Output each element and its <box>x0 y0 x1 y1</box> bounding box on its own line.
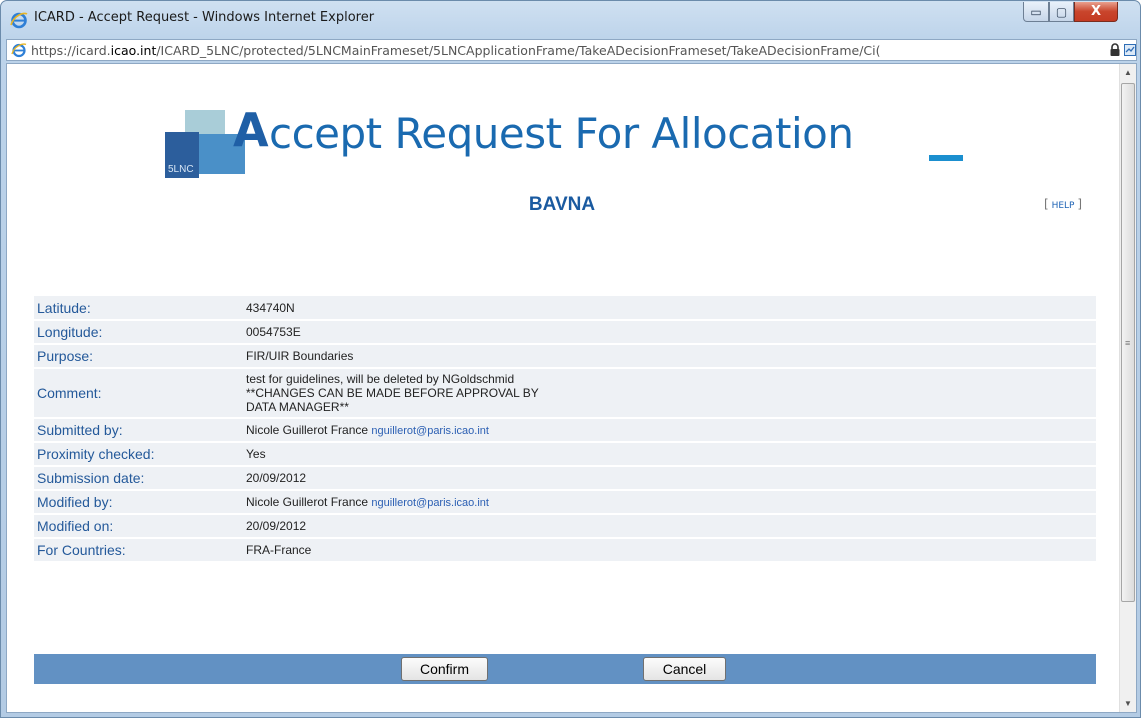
lock-icon[interactable] <box>1109 43 1121 57</box>
minimize-button[interactable]: ▭ <box>1023 2 1049 22</box>
comment-value: test for guidelines, will be deleted by … <box>246 368 1096 419</box>
submitter-email-link[interactable]: nguillerot@paris.icao.int <box>371 425 489 437</box>
request-name: BAVNA <box>528 194 596 215</box>
compatibility-view-icon[interactable] <box>1124 43 1136 57</box>
comment-label: Comment: <box>34 368 246 419</box>
submission-date-label: Submission date: <box>34 466 246 491</box>
row-purpose: Purpose: FIR/UIR Boundaries <box>34 344 1096 369</box>
help-link[interactable]: [ HELP ] <box>1044 197 1082 211</box>
modifier-email-link[interactable]: nguillerot@paris.icao.int <box>371 497 489 509</box>
modified-by-label: Modified by: <box>34 490 246 515</box>
row-for-countries: For Countries: FRA-France <box>34 538 1096 563</box>
modified-by-value: Nicole Guillerot France nguillerot@paris… <box>246 490 1096 515</box>
row-comment: Comment: test for guidelines, will be de… <box>34 368 1096 419</box>
request-details-table: Latitude: 434740N Longitude: 0054753E Pu… <box>34 296 1096 563</box>
comment-line: test for guidelines, will be deleted by … <box>246 372 515 386</box>
row-modified-by: Modified by: Nicole Guillerot France ngu… <box>34 490 1096 515</box>
title-initial: A <box>233 103 269 157</box>
submitter-name: Nicole Guillerot France <box>246 423 369 437</box>
purpose-value: FIR/UIR Boundaries <box>246 344 1096 369</box>
help-bracket-close: ] <box>1077 197 1083 211</box>
close-button[interactable]: X <box>1074 2 1118 22</box>
window-title: ICARD - Accept Request - Windows Interne… <box>34 10 375 25</box>
countries-value: FRA-France <box>246 538 1096 563</box>
proximity-label: Proximity checked: <box>34 442 246 467</box>
submission-date-value: 20/09/2012 <box>246 466 1096 491</box>
vertical-scrollbar[interactable]: ▲ ≡ ▼ <box>1119 64 1136 712</box>
url-domain: icao.int <box>110 43 157 58</box>
page-viewport: 5LNC A ccept Request For Allocation BAVN… <box>6 63 1137 713</box>
logo-text: 5LNC <box>168 164 194 175</box>
minimize-icon: ▭ <box>1030 4 1042 19</box>
comment-line: **CHANGES CAN BE MADE BEFORE APPROVAL BY <box>246 386 539 400</box>
purpose-label: Purpose: <box>34 344 246 369</box>
proximity-value: Yes <box>246 442 1096 467</box>
internet-explorer-icon <box>10 12 28 29</box>
maximize-button[interactable]: ▢ <box>1049 2 1074 22</box>
longitude-value: 0054753E <box>246 320 1096 345</box>
modifier-name: Nicole Guillerot France <box>246 495 369 509</box>
submitted-by-value: Nicole Guillerot France nguillerot@paris… <box>246 418 1096 443</box>
address-bar[interactable]: https://icard.icao.int/ICARD_5LNC/protec… <box>6 39 1137 61</box>
row-submission-date: Submission date: 20/09/2012 <box>34 466 1096 491</box>
help-bracket-open: [ <box>1044 197 1049 211</box>
help-label: HELP <box>1051 201 1075 211</box>
longitude-label: Longitude: <box>34 320 246 345</box>
title-bar: ICARD - Accept Request - Windows Interne… <box>1 1 1140 39</box>
scrollbar-thumb[interactable]: ≡ <box>1121 83 1135 602</box>
modified-on-value: 20/09/2012 <box>246 514 1096 539</box>
title-accent-bar <box>929 155 963 161</box>
comment-line: DATA MANAGER** <box>246 400 349 414</box>
submitted-by-label: Submitted by: <box>34 418 246 443</box>
maximize-icon: ▢ <box>1055 4 1068 19</box>
modified-on-label: Modified on: <box>34 514 246 539</box>
page-favicon-icon <box>11 43 27 58</box>
latitude-label: Latitude: <box>34 296 246 321</box>
row-modified-on: Modified on: 20/09/2012 <box>34 514 1096 539</box>
row-proximity-checked: Proximity checked: Yes <box>34 442 1096 467</box>
close-icon: X <box>1090 4 1102 19</box>
scroll-down-arrow-icon[interactable]: ▼ <box>1120 695 1136 712</box>
browser-window: ICARD - Accept Request - Windows Interne… <box>0 0 1141 718</box>
scroll-up-arrow-icon[interactable]: ▲ <box>1120 64 1136 81</box>
url-prefix: https://icard. <box>31 43 111 58</box>
row-latitude: Latitude: 434740N <box>34 296 1096 321</box>
url-text[interactable]: https://icard.icao.int/ICARD_5LNC/protec… <box>31 43 1111 58</box>
scroll-grip-icon: ≡ <box>1125 338 1131 348</box>
confirm-button[interactable]: Confirm <box>401 657 488 681</box>
row-submitted-by: Submitted by: Nicole Guillerot France ng… <box>34 418 1096 443</box>
countries-label: For Countries: <box>34 538 246 563</box>
row-longitude: Longitude: 0054753E <box>34 320 1096 345</box>
page-title: ccept Request For Allocation <box>269 109 854 158</box>
url-path: /ICARD_5LNC/protected/5LNCMainFrameset/5… <box>156 43 881 58</box>
action-bar: Confirm Cancel <box>34 654 1096 684</box>
cancel-button[interactable]: Cancel <box>643 657 726 681</box>
latitude-value: 434740N <box>246 296 1096 321</box>
